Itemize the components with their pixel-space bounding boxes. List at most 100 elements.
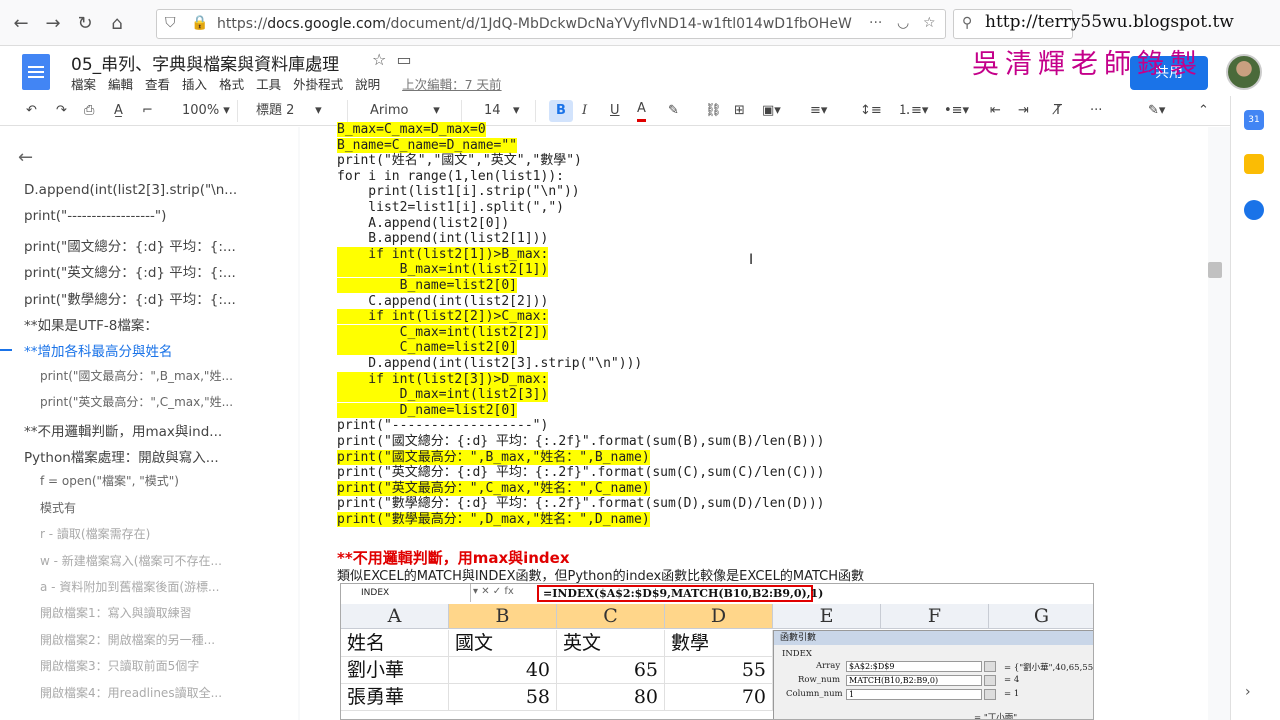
outline-item[interactable]: print("國文最高分：",B_max,"姓... (40, 367, 245, 384)
bold-button[interactable]: B (549, 100, 573, 122)
code-line-row: if int(list2[2])>C_max: (337, 309, 549, 325)
text-color-button[interactable]: A (637, 100, 646, 122)
dialog-arg-input[interactable]: 1 (846, 689, 982, 700)
lock-icon[interactable]: 🔒 (191, 15, 208, 31)
shield-icon[interactable]: ⛉ (165, 15, 176, 31)
forward-icon[interactable]: → (40, 11, 66, 37)
outline-item[interactable]: **不用邏輯判斷，用max與ind... (24, 420, 246, 440)
undo-icon[interactable]: ↶ (26, 100, 37, 122)
dialog-arg-input[interactable]: $A$2:$D$9 (846, 661, 982, 672)
range-select-icon[interactable] (984, 661, 996, 672)
code-line-row: C_name=list2[0] (337, 340, 518, 356)
outline-item[interactable]: 開啟檔案1：寫入與讀取練習 (40, 604, 245, 621)
outline-item[interactable]: 開啟檔案2：開啟檔案的另一種... (40, 631, 245, 648)
link-icon[interactable]: ⛓ (705, 100, 722, 122)
style-select[interactable]: 標題 2 ▾ (256, 100, 348, 122)
line-spacing-icon[interactable]: ↕≡ (860, 100, 882, 122)
code-line-row: for i in range(1,len(list1)): (337, 169, 564, 185)
more-options-icon[interactable]: ··· (1090, 100, 1102, 122)
numbered-list-icon[interactable]: ⒈≡▾ (898, 100, 928, 122)
code-line-row: print(list1[i].strip("\n")) (337, 184, 579, 200)
calendar-icon[interactable]: 31 (1244, 110, 1264, 130)
tasks-icon[interactable] (1244, 200, 1264, 220)
menu-item[interactable]: 檔案 (71, 77, 96, 92)
paint-format-icon[interactable]: ⌐ (142, 100, 153, 122)
outline-item[interactable]: print("英文總分：{:d} 平均：{:... (24, 261, 246, 281)
menu-item[interactable]: 工具 (256, 77, 281, 92)
home-icon[interactable]: ⌂ (104, 11, 130, 37)
excel-cell: 70 (665, 684, 773, 711)
outline-active-marker (0, 349, 12, 351)
range-select-icon[interactable] (984, 675, 996, 686)
bulleted-list-icon[interactable]: •≡▾ (944, 100, 969, 122)
redo-icon[interactable]: ↷ (56, 100, 67, 122)
folder-icon[interactable]: ▭ (397, 50, 412, 69)
outline-item[interactable]: 開啟檔案4：用readlines讀取全... (40, 684, 245, 701)
code-line-row: B_name=C_name=D_name="" (337, 137, 518, 154)
spellcheck-icon[interactable]: A̲ (114, 100, 123, 122)
outline-item[interactable]: **增加各科最高分與姓名 (24, 340, 246, 360)
excel-column-header: G (989, 604, 1093, 629)
docs-logo-icon[interactable] (22, 54, 50, 90)
clear-format-icon[interactable]: T̸ (1054, 100, 1062, 122)
image-icon[interactable]: ▣▾ (762, 100, 781, 122)
outline-item[interactable]: print("英文最高分：",C_max,"姓... (40, 393, 245, 410)
star-icon[interactable]: ☆ (372, 50, 386, 69)
outline-item[interactable]: r - 讀取(檔案需存在) (40, 525, 245, 542)
excel-cell: 國文 (449, 630, 557, 657)
keep-icon[interactable] (1244, 154, 1264, 174)
font-select[interactable]: Arimo ▾ (370, 100, 462, 122)
excel-column-header: C (557, 604, 665, 629)
menu-item[interactable]: 外掛程式 (293, 77, 343, 92)
bookmark-star-icon[interactable]: ☆ (923, 15, 936, 31)
range-select-icon[interactable] (984, 689, 996, 700)
code-line: list2=list1[i].split(",") (337, 200, 564, 215)
outline-item[interactable]: **如果是UTF-8檔案： (24, 314, 246, 334)
expand-panel-icon[interactable]: › (1245, 684, 1251, 700)
menu-item[interactable]: 說明 (355, 77, 380, 92)
url-bar[interactable]: ⛉ 🔒 https://docs.google.com/document/d/1… (156, 9, 946, 39)
doc-title[interactable]: 05_串列、字典與檔案與資料庫處理 (71, 50, 339, 75)
pocket-icon[interactable]: ◡ (897, 15, 909, 31)
collapse-icon[interactable]: ⌃ (1198, 100, 1209, 122)
outline-item[interactable]: f = open("檔案", "模式") (40, 472, 245, 489)
avatar[interactable] (1226, 54, 1262, 90)
outline-item[interactable]: print("國文總分：{:d} 平均：{:... (24, 235, 246, 255)
menu-item[interactable]: 插入 (182, 77, 207, 92)
code-line: B_max=C_max=D_max=0 (337, 122, 486, 137)
underline-button[interactable]: U (610, 100, 620, 122)
code-line: C.append(int(list2[2])) (337, 293, 549, 309)
italic-button[interactable]: I (582, 100, 587, 122)
back-icon[interactable]: ← (8, 11, 34, 37)
outline-item[interactable]: print("數學總分：{:d} 平均：{:... (24, 288, 246, 308)
outline-item[interactable]: D.append(int(list2[3].strip("\n... (24, 182, 246, 198)
outline-back-icon[interactable]: ← (18, 147, 33, 168)
highlight-icon[interactable]: ✎ (668, 100, 679, 122)
indent-decrease-icon[interactable]: ⇤ (990, 100, 1001, 122)
code-line-row: list2=list1[i].split(",") (337, 200, 564, 216)
outline-item[interactable]: a - 資料附加到舊檔案後面(游標... (40, 578, 245, 595)
reload-icon[interactable]: ↻ (72, 11, 98, 37)
zoom-select[interactable]: 100% ▾ (182, 100, 238, 122)
scrollbar-thumb[interactable] (1208, 262, 1222, 278)
print-icon[interactable]: ⎙ (84, 100, 94, 122)
last-edit-link[interactable]: 上次編輯：7 天前 (402, 77, 501, 92)
more-icon[interactable]: ··· (869, 15, 882, 31)
align-icon[interactable]: ≡▾ (810, 100, 827, 122)
outline-item[interactable]: Python檔案處理：開啟與寫入... (24, 446, 246, 466)
outline-item[interactable]: w - 新建檔案寫入(檔案可不存在... (40, 552, 245, 569)
font-size-select[interactable]: 14 ▾ (484, 100, 536, 122)
menu-item[interactable]: 查看 (145, 77, 170, 92)
dialog-arg-input[interactable]: MATCH(B10,B2:B9,0) (846, 675, 982, 686)
outline-item[interactable]: 開啟檔案3：只讀取前面5個字 (40, 657, 245, 674)
excel-cell: 65 (557, 657, 665, 684)
menu-item[interactable]: 格式 (219, 77, 244, 92)
outline-item[interactable]: print("------------------") (24, 208, 246, 224)
code-line-row: D.append(int(list2[3].strip("\n"))) (337, 356, 642, 372)
outline-item[interactable]: 模式有 (40, 499, 245, 516)
comment-add-icon[interactable]: ⊞ (734, 100, 745, 122)
menu-item[interactable]: 編輯 (108, 77, 133, 92)
text-cursor-icon: I (749, 252, 754, 268)
edit-mode-icon[interactable]: ✎▾ (1148, 100, 1165, 122)
indent-increase-icon[interactable]: ⇥ (1018, 100, 1029, 122)
